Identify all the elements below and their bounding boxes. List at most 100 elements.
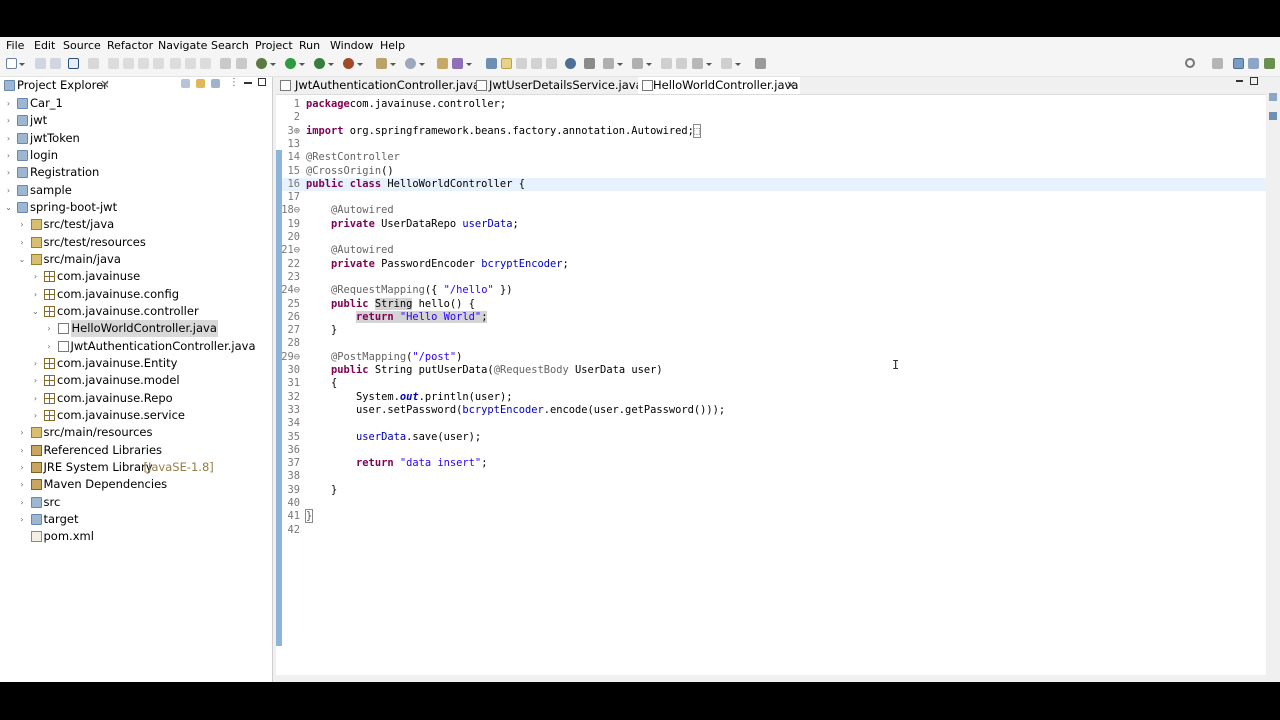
tree-item[interactable]: › src/test/resources <box>0 234 270 251</box>
code-line[interactable]: 36 <box>276 444 1266 457</box>
tab-jwt-user-details-service[interactable]: JwtUserDetailsService.java <box>476 77 643 94</box>
code-line[interactable]: 37 return "data insert"; <box>276 457 1266 470</box>
code-line[interactable]: 3⊕ import org.springframework.beans.facto… <box>276 123 1266 138</box>
code-line[interactable]: 42 <box>276 524 1266 537</box>
last-edit-location-icon[interactable] <box>661 58 672 69</box>
code-line[interactable]: 15 @CrossOrigin() <box>276 165 1266 178</box>
open-task-icon[interactable] <box>452 58 463 69</box>
expand-twisty-icon[interactable]: › <box>31 286 40 303</box>
expand-twisty-icon[interactable]: › <box>31 407 40 424</box>
tab-hello-world-controller[interactable]: HelloWorldController.java × <box>638 77 800 94</box>
expand-twisty-icon[interactable]: › <box>45 338 54 355</box>
java-perspective-icon[interactable] <box>1248 58 1259 69</box>
external-tools-dropdown-icon[interactable] <box>357 63 363 66</box>
tree-item[interactable]: ⌄ com.javainuse.controller <box>0 303 270 320</box>
tree-item[interactable]: pom.xml <box>0 528 270 545</box>
menu-navigate[interactable]: Navigate <box>158 39 207 52</box>
code-line[interactable]: 40 <box>276 497 1266 510</box>
search-dropdown-icon[interactable] <box>466 63 472 66</box>
expand-twisty-icon[interactable]: › <box>4 147 13 164</box>
expand-twisty-icon[interactable]: › <box>18 424 27 441</box>
close-tab-icon[interactable]: × <box>786 77 796 93</box>
tree-item[interactable]: ⌄ spring-boot-jwt <box>0 199 270 216</box>
code-line[interactable]: 1 packagecom.javainuse.controller; <box>276 98 1266 111</box>
new-java-project-icon[interactable] <box>376 58 387 69</box>
new-java-dropdown-icon[interactable] <box>390 63 396 66</box>
tree-item[interactable]: › src/main/resources <box>0 424 270 441</box>
code-line[interactable]: 30 public String putUserData(@RequestBod… <box>276 364 1266 377</box>
menu-edit[interactable]: Edit <box>34 39 55 52</box>
tree-item[interactable]: › HelloWorldController.java <box>0 320 270 338</box>
view-menu-icon[interactable]: ⋮ <box>229 77 239 88</box>
tree-item[interactable]: ⌄ src/main/java <box>0 251 270 268</box>
save-icon[interactable] <box>35 58 46 69</box>
tree-item[interactable]: › com.javainuse.model <box>0 372 270 389</box>
code-line[interactable]: 14 @RestController <box>276 151 1266 164</box>
expand-twisty-icon[interactable]: › <box>18 442 27 459</box>
terminate-icon[interactable] <box>138 58 149 69</box>
code-line[interactable]: 24⊖ @RequestMapping({ "/hello" }) <box>276 284 1266 297</box>
tree-item[interactable]: › Maven Dependencies <box>0 476 270 493</box>
disconnect-icon[interactable] <box>153 58 164 69</box>
code-line[interactable]: 29⊖ @PostMapping("/post") <box>276 351 1266 364</box>
step-into-icon[interactable] <box>170 58 181 69</box>
menu-project[interactable]: Project <box>255 39 293 52</box>
debug-dropdown-icon[interactable] <box>270 63 276 66</box>
expand-twisty-icon[interactable]: › <box>4 112 13 129</box>
open-perspective-icon[interactable] <box>1212 58 1223 69</box>
outline-view-icon[interactable] <box>1269 112 1277 120</box>
tree-item[interactable]: › jwt <box>0 112 270 129</box>
next-annotation-icon[interactable] <box>603 58 614 69</box>
expand-twisty-icon[interactable]: › <box>31 390 40 407</box>
code-line[interactable]: 26 return "Hello World"; <box>276 310 1266 324</box>
menu-run[interactable]: Run <box>299 39 320 52</box>
expand-twisty-icon[interactable]: › <box>18 494 27 511</box>
menu-file[interactable]: File <box>6 39 24 52</box>
expand-twisty-icon[interactable]: › <box>4 130 13 147</box>
close-icon[interactable]: × <box>100 77 110 91</box>
expand-twisty-icon[interactable]: › <box>4 164 13 181</box>
suspend-icon[interactable] <box>123 58 134 69</box>
next-annotation-dropdown-icon[interactable] <box>617 63 623 66</box>
code-line[interactable]: 33 user.setPassword(bcryptEncoder.encode… <box>276 404 1266 417</box>
forward-dropdown-icon[interactable] <box>735 63 741 66</box>
run-dropdown-icon[interactable] <box>299 63 305 66</box>
collapse-twisty-icon[interactable]: ⌄ <box>18 251 27 268</box>
tree-item[interactable]: › sample <box>0 182 270 199</box>
tree-item[interactable]: › Referenced Libraries <box>0 442 270 459</box>
menu-help[interactable]: Help <box>380 39 405 52</box>
code-line[interactable]: 32 System.out.println(user); <box>276 391 1266 404</box>
collapse-all-icon[interactable] <box>181 79 190 88</box>
tree-item[interactable]: › com.javainuse <box>0 268 270 285</box>
menu-search[interactable]: Search <box>211 39 249 52</box>
filter-icon[interactable] <box>211 79 220 88</box>
resume-icon[interactable] <box>108 58 119 69</box>
expand-twisty-icon[interactable]: › <box>18 459 27 476</box>
collapse-twisty-icon[interactable]: ⌄ <box>4 199 13 216</box>
code-line[interactable]: 25 public String hello() { <box>276 297 1266 311</box>
external-tools-icon[interactable] <box>343 58 354 69</box>
code-line[interactable]: 41} <box>276 509 1266 524</box>
code-line[interactable]: 13 <box>276 138 1266 151</box>
expand-twisty-icon[interactable]: › <box>31 355 40 372</box>
tree-item[interactable]: › jwtToken <box>0 130 270 147</box>
editor-minimize-icon[interactable] <box>1236 80 1243 82</box>
menu-source[interactable]: Source <box>63 39 101 52</box>
new-class-icon[interactable] <box>405 58 416 69</box>
debug-icon[interactable] <box>256 58 267 69</box>
tree-item[interactable]: › src <box>0 494 270 511</box>
link-with-editor-icon[interactable] <box>196 79 205 88</box>
code-line[interactable]: 20 <box>276 231 1266 244</box>
editor-maximize-icon[interactable] <box>1250 77 1258 85</box>
menu-window[interactable]: Window <box>330 39 373 52</box>
new-dropdown-icon[interactable] <box>19 63 25 66</box>
tree-item[interactable]: › com.javainuse.config <box>0 286 270 303</box>
pin-editor-icon[interactable] <box>584 58 595 69</box>
forward-icon[interactable] <box>721 58 732 69</box>
run-icon[interactable] <box>285 58 296 69</box>
expand-twisty-icon[interactable]: › <box>18 216 27 233</box>
expand-twisty-icon[interactable]: › <box>31 372 40 389</box>
previous-annotation-icon[interactable] <box>632 58 643 69</box>
code-line[interactable]: 17 <box>276 191 1266 204</box>
web-browser-icon[interactable] <box>565 58 576 69</box>
